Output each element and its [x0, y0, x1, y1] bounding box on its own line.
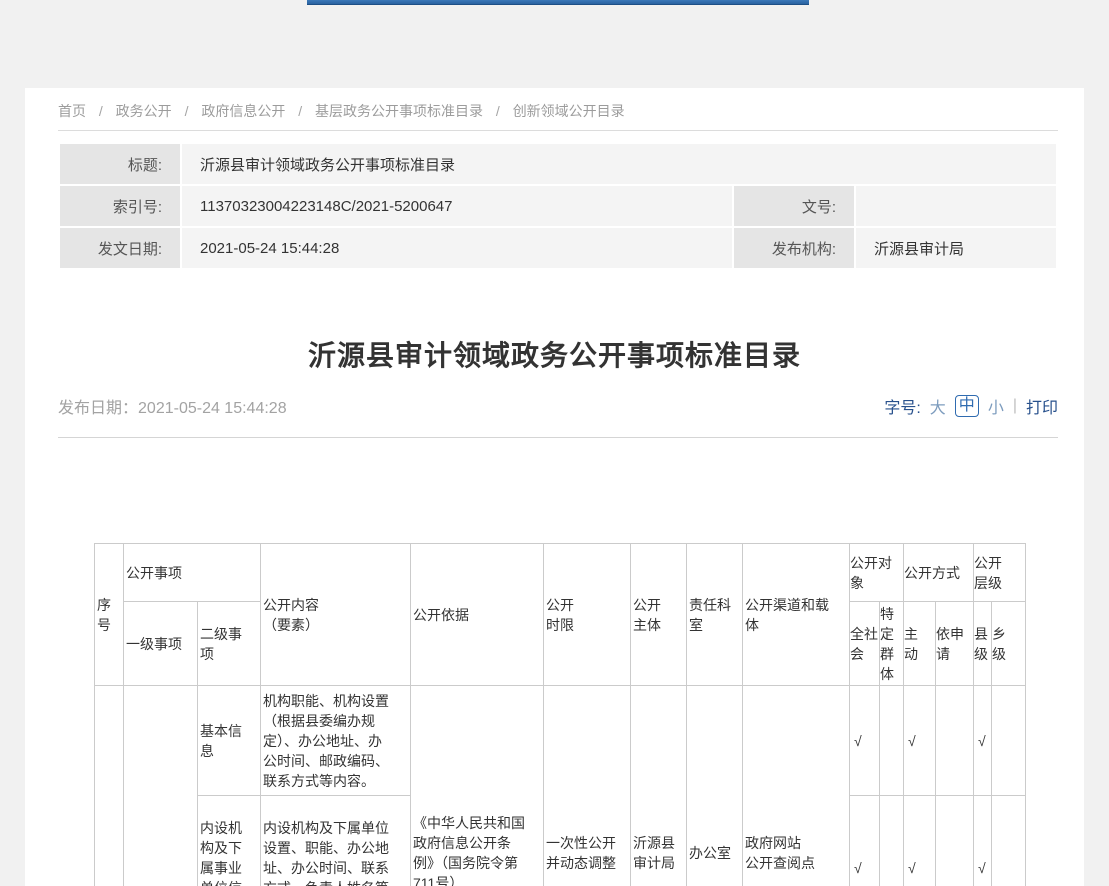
col-header-proactive: 主 动 — [904, 602, 936, 686]
cell-level2-item: 基本信 息 — [198, 686, 261, 796]
cell-subject: 沂源县 审计局 — [631, 686, 687, 886]
article-divider — [58, 437, 1058, 438]
breadcrumb-separator: / — [298, 103, 302, 119]
breadcrumb-item-government-affairs[interactable]: 政务公开 — [116, 103, 172, 119]
cell-whole-society-check: √ — [850, 796, 880, 886]
print-button[interactable]: 打印 — [1026, 394, 1058, 418]
breadcrumb-item-grassroots-catalog[interactable]: 基层政务公开事项标准目录 — [315, 103, 483, 119]
publish-date: 发布日期：2021-05-24 15:44:28 — [58, 394, 287, 418]
col-header-on-request: 依申 请 — [936, 602, 974, 686]
article-title: 沂源县审计领域政务公开事项标准目录 — [25, 334, 1084, 374]
meta-row-index: 索引号: 11370323004223148C/2021-5200647 文号: — [60, 186, 1056, 226]
meta-agency-value: 沂源县审计局 — [856, 228, 1056, 268]
breadcrumb-item-innovation-catalog[interactable]: 创新领域公开目录 — [513, 103, 625, 119]
cell-specific-group-check — [880, 686, 904, 796]
meta-index-label: 索引号: — [60, 186, 180, 226]
breadcrumb-item-home[interactable]: 首页 — [58, 103, 86, 119]
content-panel: 首页 / 政务公开 / 政府信息公开 / 基层政务公开事项标准目录 / 创新领域… — [25, 88, 1084, 886]
col-header-department: 责任科 室 — [687, 544, 743, 686]
cell-basis: 《中华人民共和国 政府信息公开条 例》（国务院令第 711号） — [411, 686, 544, 886]
meta-index-value: 11370323004223148C/2021-5200647 — [182, 186, 732, 226]
col-header-basis: 公开依据 — [411, 544, 544, 686]
meta-date-value: 2021-05-24 15:44:28 — [182, 228, 732, 268]
cell-serial — [95, 686, 124, 886]
cell-level1-item — [124, 686, 198, 886]
col-header-disclosure-item: 公开事项 — [124, 544, 261, 602]
cell-proactive-check: √ — [904, 686, 936, 796]
cell-township-check — [992, 796, 1026, 886]
font-size-large-button[interactable]: 大 — [930, 394, 946, 418]
cell-channel: 政府网站 公开查阅点 — [743, 686, 850, 886]
catalog-row-basic-info: 基本信 息 机构职能、机构设置 （根据县委编办规 定）、办公地址、办 公时间、邮… — [95, 686, 1026, 796]
breadcrumb-separator: / — [496, 103, 500, 119]
cell-township-check — [992, 686, 1026, 796]
col-header-township: 乡 级 — [992, 602, 1026, 686]
breadcrumb: 首页 / 政务公开 / 政府信息公开 / 基层政务公开事项标准目录 / 创新领域… — [58, 101, 625, 121]
col-header-channel: 公开渠道和载 体 — [743, 544, 850, 686]
col-header-serial: 序 号 — [95, 544, 124, 686]
cell-time-limit: 一次性公开 并动态调整 — [544, 686, 631, 886]
col-header-county: 县 级 — [974, 602, 992, 686]
cell-on-request-check — [936, 796, 974, 886]
col-header-subject: 公开 主体 — [631, 544, 687, 686]
cell-content: 内设机构及下属单位 设置、职能、办公地 址、办公时间、联系 方式、负责人姓名等 … — [261, 796, 411, 886]
col-header-specific-group: 特 定 群 体 — [880, 602, 904, 686]
document-meta-table: 标题: 沂源县审计领域政务公开事项标准目录 索引号: 1137032300422… — [58, 142, 1058, 270]
cell-proactive-check: √ — [904, 796, 936, 886]
cell-specific-group-check — [880, 796, 904, 886]
cell-county-check: √ — [974, 686, 992, 796]
catalog-table: 序 号 公开事项 公开内容 （要素） 公开依据 公开 时限 公开 主体 责任科 … — [94, 543, 1026, 886]
article-meta-bar: 发布日期：2021-05-24 15:44:28 字号: 大 中 小 | 打印 — [58, 393, 1058, 419]
col-header-level2-item: 二级事 项 — [198, 602, 261, 686]
breadcrumb-separator: / — [185, 103, 189, 119]
cell-level2-item: 内设机 构及下 属事业 单位信 息 — [198, 796, 261, 886]
breadcrumb-separator: / — [99, 103, 103, 119]
meta-row-date: 发文日期: 2021-05-24 15:44:28 发布机构: 沂源县审计局 — [60, 228, 1056, 268]
meta-docno-value — [856, 186, 1056, 226]
cell-content: 机构职能、机构设置 （根据县委编办规 定）、办公地址、办 公时间、邮政编码、 联… — [261, 686, 411, 796]
cell-county-check: √ — [974, 796, 992, 886]
font-size-label: 字号: — [884, 394, 920, 418]
col-header-content: 公开内容 （要素） — [261, 544, 411, 686]
font-size-medium-button[interactable]: 中 — [955, 395, 979, 417]
col-header-target: 公开对 象 — [850, 544, 904, 602]
tools-divider: | — [1013, 397, 1017, 415]
col-header-level1-item: 一级事项 — [124, 602, 198, 686]
cell-department: 办公室 — [687, 686, 743, 886]
page-viewport: 首页 / 政务公开 / 政府信息公开 / 基层政务公开事项标准目录 / 创新领域… — [0, 0, 1109, 886]
top-nav-active-indicator — [307, 0, 809, 5]
meta-docno-label: 文号: — [734, 186, 854, 226]
meta-agency-label: 发布机构: — [734, 228, 854, 268]
col-header-method: 公开方式 — [904, 544, 974, 602]
font-size-small-button[interactable]: 小 — [988, 394, 1004, 418]
cell-on-request-check — [936, 686, 974, 796]
publish-date-label: 发布日期： — [58, 400, 138, 417]
col-header-time-limit: 公开 时限 — [544, 544, 631, 686]
font-size-tools: 字号: 大 中 小 | 打印 — [884, 394, 1058, 418]
meta-date-label: 发文日期: — [60, 228, 180, 268]
cell-whole-society-check: √ — [850, 686, 880, 796]
col-header-level: 公开 层级 — [974, 544, 1026, 602]
publish-date-value: 2021-05-24 15:44:28 — [138, 400, 287, 417]
breadcrumb-divider — [58, 130, 1058, 131]
meta-title-value: 沂源县审计领域政务公开事项标准目录 — [182, 144, 1056, 184]
meta-row-title: 标题: 沂源县审计领域政务公开事项标准目录 — [60, 144, 1056, 184]
col-header-whole-society: 全社 会 — [850, 602, 880, 686]
meta-title-label: 标题: — [60, 144, 180, 184]
breadcrumb-item-gov-info-disclosure[interactable]: 政府信息公开 — [201, 103, 285, 119]
catalog-header-row-1: 序 号 公开事项 公开内容 （要素） 公开依据 公开 时限 公开 主体 责任科 … — [95, 544, 1026, 602]
